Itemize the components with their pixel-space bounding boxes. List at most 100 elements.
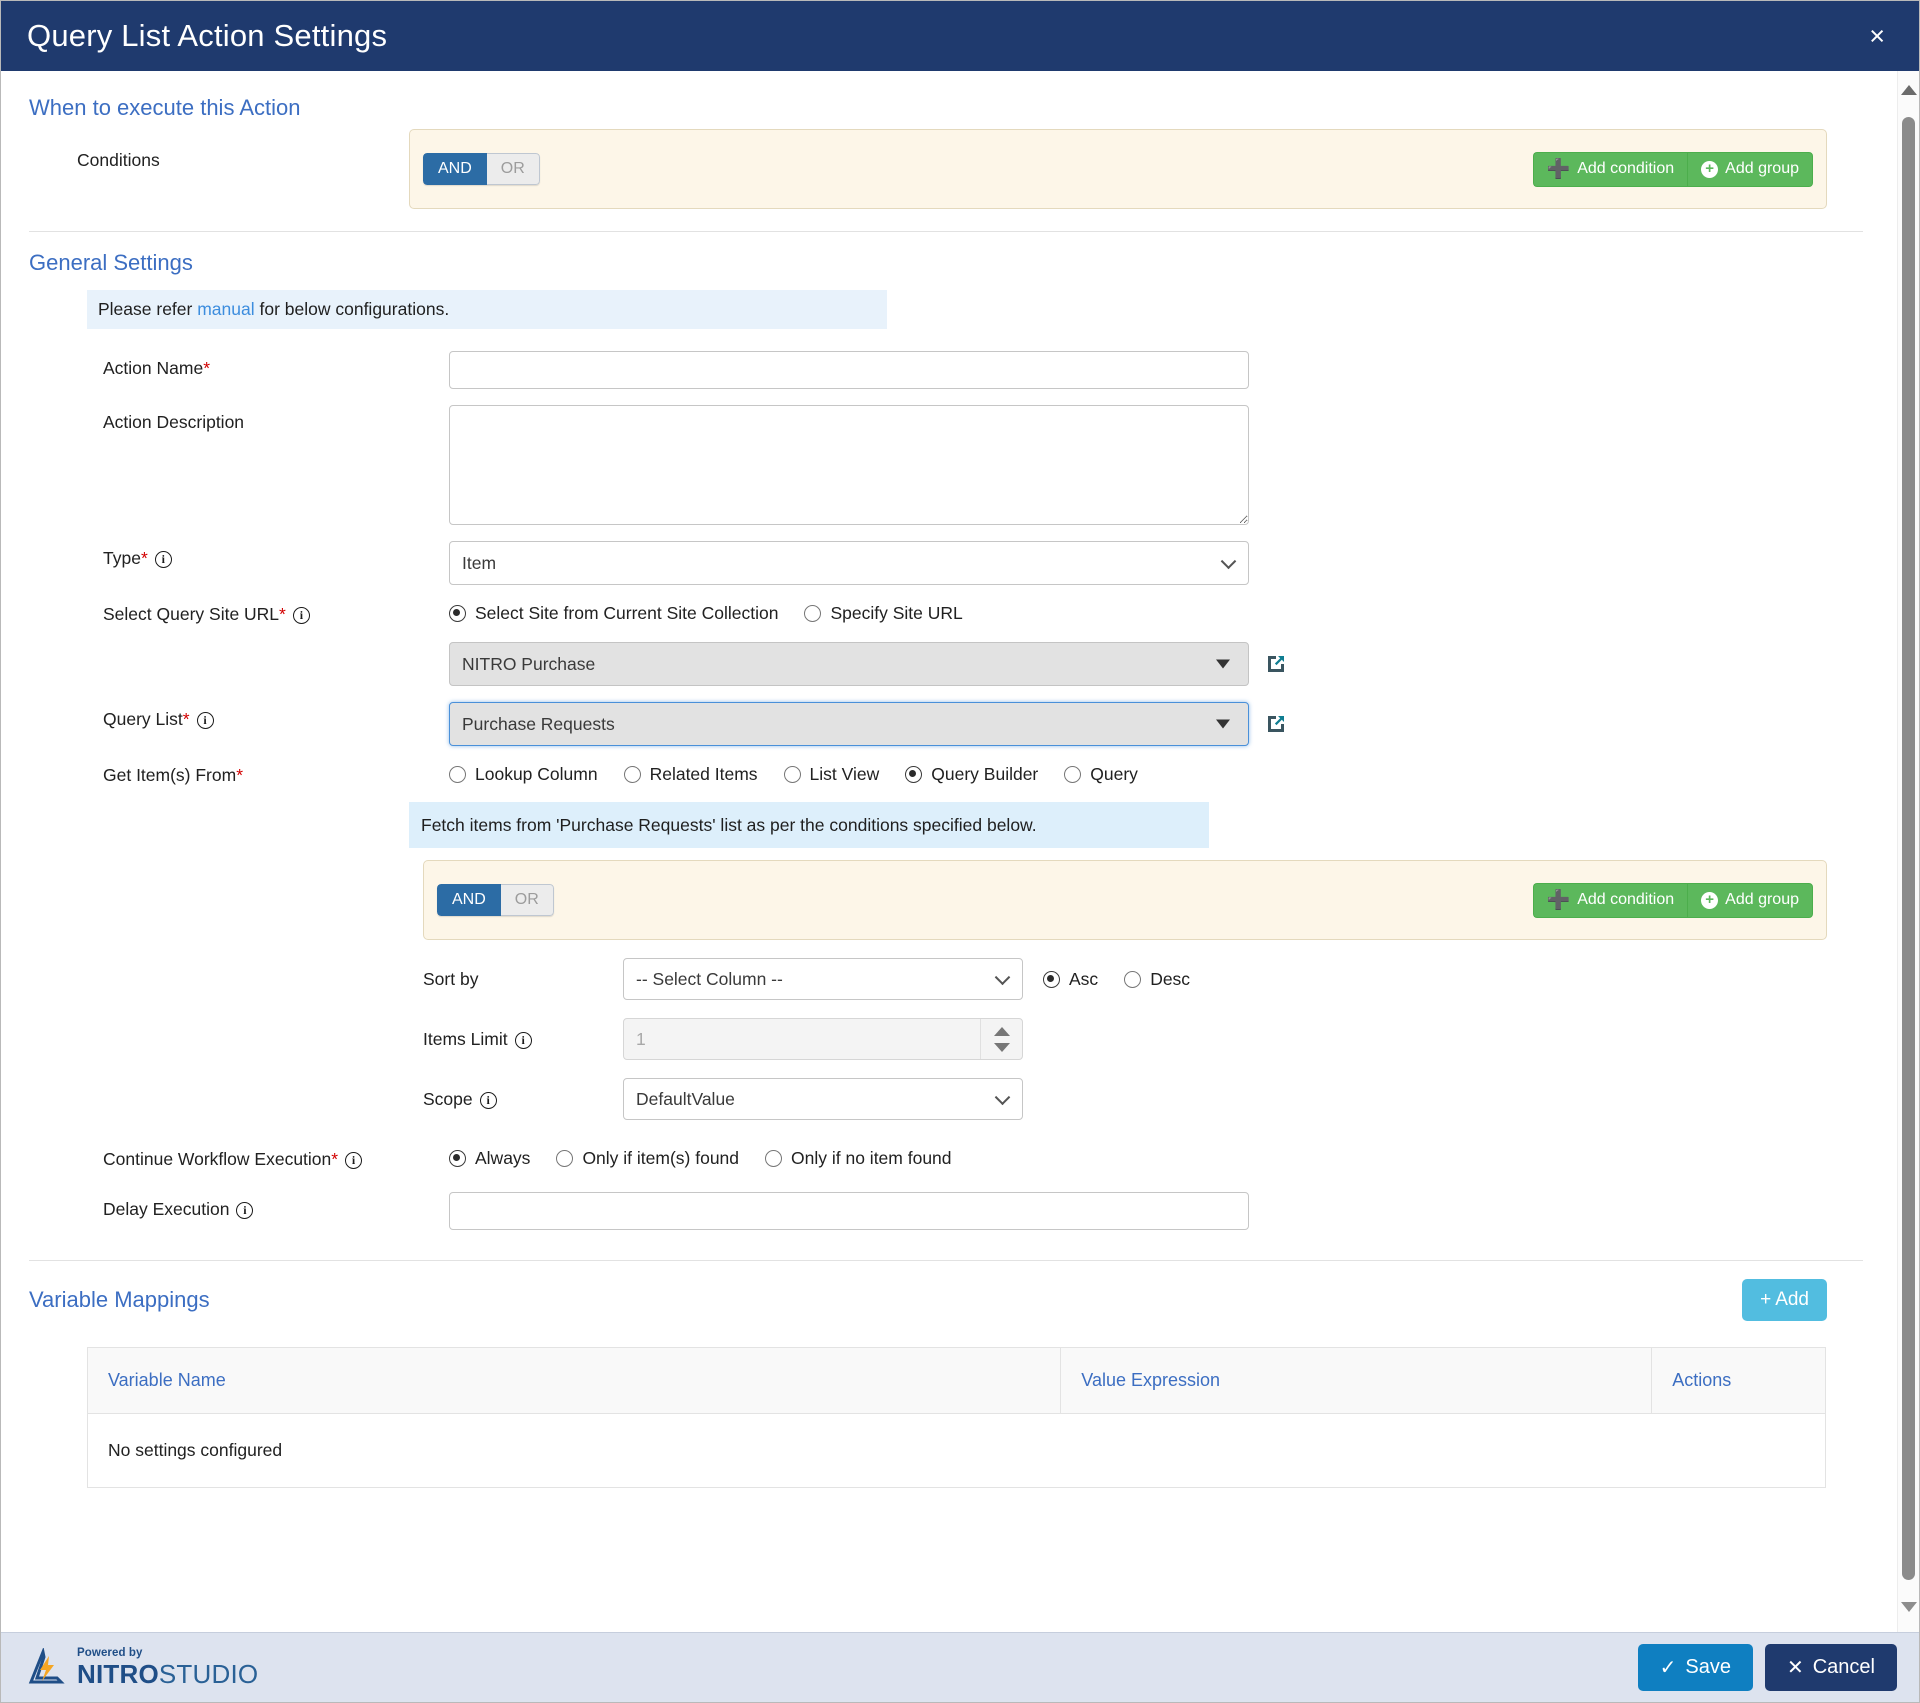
close-icon: ✕	[1786, 1657, 1804, 1679]
variable-mappings-heading: Variable Mappings	[29, 1287, 210, 1313]
radio-continue-if-not-found[interactable]: Only if no item found	[765, 1148, 952, 1169]
radio-label: Select Site from Current Site Collection	[475, 603, 779, 623]
query-list-select[interactable]: Purchase Requests	[449, 702, 1249, 746]
scope-label-text: Scope	[423, 1088, 473, 1109]
radio-label: Asc	[1069, 968, 1099, 989]
save-button[interactable]: ✓ Save	[1637, 1644, 1753, 1691]
save-button-label: Save	[1685, 1656, 1731, 1678]
delay-execution-input[interactable]	[449, 1192, 1249, 1231]
radio-dot	[623, 766, 641, 783]
open-list-external-link-icon[interactable]	[1265, 713, 1287, 735]
cancel-button[interactable]: ✕ Cancel	[1764, 1644, 1897, 1691]
query-list-label-text: Query List	[103, 709, 183, 729]
site-select[interactable]: NITRO Purchase	[449, 642, 1249, 686]
info-icon[interactable]: i	[292, 607, 310, 624]
continue-workflow-row: Continue Workflow Execution* i Always Onl…	[29, 1146, 1863, 1170]
radio-related-items[interactable]: Related Items	[623, 764, 758, 785]
info-icon[interactable]: i	[196, 712, 214, 729]
sort-by-select[interactable]: -- Select Column --	[623, 958, 1023, 1001]
stepper-up-icon[interactable]	[993, 1026, 1010, 1036]
qb-or-segment[interactable]: OR	[500, 884, 554, 917]
table-header-row: Variable Name Value Expression Actions	[86, 1347, 1826, 1415]
delay-execution-row: Delay Execution i	[29, 1192, 1863, 1231]
open-site-external-link-icon[interactable]	[1265, 653, 1287, 675]
qb-condition-buttons: ➕ Add condition + Add group	[1532, 882, 1813, 918]
radio-label: List View	[809, 764, 880, 784]
column-variable-name: Variable Name	[86, 1347, 1062, 1415]
info-icon[interactable]: i	[514, 1031, 532, 1049]
plus-icon: +	[1760, 1289, 1772, 1311]
radio-query-builder[interactable]: Query Builder	[905, 764, 1038, 785]
radio-select-site-current[interactable]: Select Site from Current Site Collection	[449, 603, 778, 624]
sort-by-select-value: -- Select Column --	[636, 968, 783, 989]
stepper-down-icon[interactable]	[993, 1042, 1010, 1052]
when-add-condition-label: Add condition	[1577, 160, 1675, 177]
items-limit-stepper[interactable]: 1	[623, 1018, 1023, 1061]
radio-label: Query Builder	[931, 764, 1039, 784]
required-star: *	[279, 604, 286, 624]
sort-by-label: Sort by	[423, 968, 479, 989]
radio-list-view[interactable]: List View	[783, 764, 880, 785]
required-star: *	[331, 1149, 339, 1170]
when-add-group-button[interactable]: + Add group	[1687, 151, 1813, 187]
info-icon[interactable]: i	[345, 1152, 363, 1170]
when-add-condition-button[interactable]: ➕ Add condition	[1532, 151, 1688, 187]
query-list-row: Query List* i Purchase Requests	[29, 702, 1863, 746]
close-icon[interactable]: ×	[1861, 19, 1893, 54]
get-items-radio-group: Lookup Column Related Items List View Qu…	[449, 762, 1863, 785]
scrollbar-thumb[interactable]	[1902, 117, 1915, 1580]
radio-lookup-column[interactable]: Lookup Column	[449, 764, 598, 785]
when-and-segment[interactable]: AND	[423, 153, 487, 185]
logo-studio: STUDIO	[158, 1659, 259, 1690]
info-icon[interactable]: i	[236, 1202, 254, 1220]
radio-sort-desc[interactable]: Desc	[1124, 969, 1190, 990]
add-variable-mapping-button[interactable]: + Add	[1742, 1279, 1827, 1322]
query-list-action-settings-dialog: Query List Action Settings × When to exe…	[0, 0, 1920, 1703]
radio-specify-site-url[interactable]: Specify Site URL	[804, 603, 963, 624]
site-url-label: Select Query Site URL* i	[29, 601, 449, 625]
qb-add-group-button[interactable]: + Add group	[1687, 882, 1813, 918]
radio-label: Related Items	[649, 764, 758, 784]
qb-add-condition-button[interactable]: ➕ Add condition	[1532, 882, 1688, 918]
qb-and-segment[interactable]: AND	[437, 884, 501, 917]
dialog-footer: Powered by NITROSTUDIO ✓ Save ✕ Cancel	[1, 1632, 1919, 1702]
continue-workflow-label: Continue Workflow Execution* i	[29, 1146, 449, 1170]
sort-direction-radio-group: Asc Desc	[1043, 969, 1216, 990]
when-or-segment[interactable]: OR	[486, 153, 540, 185]
when-and-or-toggle[interactable]: AND OR	[423, 153, 540, 185]
info-icon[interactable]: i	[154, 551, 172, 568]
site-url-row: Select Query Site URL* i Select Site from…	[29, 601, 1863, 686]
type-select-value: Item	[462, 552, 497, 573]
radio-dot	[449, 766, 466, 783]
scope-label: Scope i	[423, 1089, 623, 1110]
radio-query[interactable]: Query	[1064, 764, 1138, 785]
action-name-label-text: Action Name	[103, 358, 204, 378]
plus-circle-icon: +	[1701, 160, 1719, 178]
radio-dot	[804, 605, 822, 622]
scroll-up-arrow-icon[interactable]	[1900, 85, 1917, 95]
scope-select[interactable]: DefaultValue	[623, 1078, 1023, 1121]
when-conditions-panel: AND OR ➕ Add condition + Add group	[409, 129, 1827, 209]
action-description-textarea[interactable]	[449, 405, 1249, 525]
scope-row: Scope i DefaultValue	[423, 1078, 1827, 1121]
dialog-titlebar: Query List Action Settings ×	[1, 1, 1919, 71]
scroll-down-arrow-icon[interactable]	[1900, 1602, 1917, 1612]
required-star: *	[140, 548, 148, 568]
info-icon[interactable]: i	[479, 1091, 497, 1109]
radio-continue-if-found[interactable]: Only if item(s) found	[556, 1148, 739, 1169]
type-select[interactable]: Item	[449, 541, 1249, 585]
qb-and-or-toggle[interactable]: AND OR	[437, 884, 554, 917]
table-row: No settings configured	[87, 1413, 1826, 1489]
query-builder-block: Fetch items from 'Purchase Requests' lis…	[409, 802, 1827, 1121]
manual-link[interactable]: manual	[197, 299, 254, 319]
action-name-row: Action Name*	[29, 351, 1863, 389]
radio-sort-asc[interactable]: Asc	[1043, 969, 1098, 990]
action-name-label: Action Name*	[29, 351, 449, 379]
action-name-input[interactable]	[449, 351, 1249, 389]
type-row: Type* i Item	[29, 541, 1863, 585]
vertical-scrollbar[interactable]	[1897, 71, 1919, 1632]
nitro-bolt-icon	[27, 1646, 67, 1688]
radio-label: Only if no item found	[791, 1148, 952, 1169]
radio-continue-always[interactable]: Always	[449, 1148, 530, 1169]
add-button-label: Add	[1775, 1289, 1809, 1311]
